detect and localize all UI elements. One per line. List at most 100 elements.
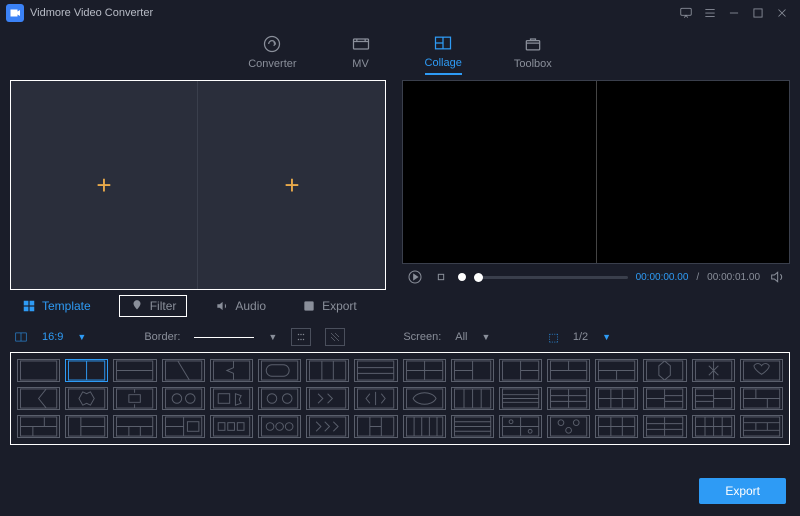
stop-button[interactable] (432, 268, 450, 286)
template-cell[interactable] (162, 387, 205, 410)
template-cell[interactable] (451, 415, 494, 438)
template-cell[interactable] (162, 359, 205, 382)
template-icon (22, 299, 36, 313)
tab-collage-label: Collage (425, 57, 462, 69)
template-cell[interactable] (643, 359, 686, 382)
close-icon[interactable] (770, 1, 794, 25)
screen-dropdown-icon[interactable]: ▼ (482, 332, 491, 342)
drop-slot-2[interactable]: + (199, 81, 385, 289)
subtab-export[interactable]: Export (294, 295, 365, 317)
tab-mv[interactable]: MV (349, 33, 373, 74)
template-cell[interactable] (65, 387, 108, 410)
template-cell[interactable] (354, 415, 397, 438)
subtab-export-label: Export (322, 299, 357, 313)
feedback-icon[interactable] (674, 1, 698, 25)
ratio-dropdown-icon[interactable]: ▼ (77, 332, 86, 342)
add-media-icon: + (284, 170, 299, 201)
subtab-template[interactable]: Template (14, 295, 99, 317)
template-cell[interactable] (17, 415, 60, 438)
app-title: Vidmore Video Converter (30, 7, 153, 19)
template-cell[interactable] (595, 387, 638, 410)
template-cell[interactable] (740, 359, 783, 382)
subtab-audio[interactable]: Audio (207, 295, 274, 317)
preview-pane: 00:00:00.00/00:00:01.00 (402, 80, 790, 290)
page-dropdown-icon[interactable]: ▼ (602, 332, 611, 342)
template-cell[interactable] (403, 415, 446, 438)
tab-toolbox[interactable]: Toolbox (514, 33, 552, 74)
template-cell[interactable] (692, 415, 735, 438)
main-tabs: Converter MV Collage Toolbox (0, 26, 800, 80)
seek-bar[interactable] (474, 276, 628, 279)
minimize-icon[interactable] (722, 1, 746, 25)
time-current: 00:00:00.00 (636, 272, 689, 283)
ratio-value[interactable]: 16:9 (42, 331, 63, 343)
template-cell[interactable] (499, 359, 542, 382)
screen-indicator-icon[interactable]: ⬚ (548, 331, 558, 344)
border-pattern-button[interactable] (325, 328, 345, 346)
template-cell[interactable] (306, 415, 349, 438)
export-button[interactable]: Export (699, 478, 786, 504)
sub-tabs: Template Filter Audio Export (0, 290, 800, 322)
template-cell[interactable] (547, 415, 590, 438)
template-cell[interactable] (354, 359, 397, 382)
volume-icon[interactable] (768, 268, 786, 286)
template-cell[interactable] (451, 387, 494, 410)
template-cell[interactable] (499, 387, 542, 410)
template-cell[interactable] (65, 359, 108, 382)
template-cell[interactable] (113, 387, 156, 410)
template-cell[interactable] (547, 359, 590, 382)
maximize-icon[interactable] (746, 1, 770, 25)
template-grid (10, 352, 790, 445)
template-cell[interactable] (740, 387, 783, 410)
template-cell[interactable] (210, 359, 253, 382)
mv-icon (349, 33, 373, 55)
tab-collage[interactable]: Collage (425, 32, 462, 75)
template-cell[interactable] (306, 359, 349, 382)
screen-value[interactable]: All (455, 331, 467, 343)
time-duration: 00:00:01.00 (707, 272, 760, 283)
template-cell[interactable] (692, 387, 735, 410)
template-options: 16:9 ▼ Border: ▼ Screen: All ▼ ⬚ 1/2 ▼ (0, 322, 800, 352)
template-cell[interactable] (17, 387, 60, 410)
template-cell[interactable] (595, 415, 638, 438)
template-cell[interactable] (17, 359, 60, 382)
template-cell[interactable] (499, 415, 542, 438)
preview-canvas (402, 80, 790, 264)
template-cell[interactable] (403, 387, 446, 410)
preview-slot-2 (597, 81, 790, 263)
tab-mv-label: MV (352, 58, 369, 70)
template-cell[interactable] (210, 387, 253, 410)
tab-converter[interactable]: Converter (248, 33, 296, 74)
template-cell[interactable] (306, 387, 349, 410)
footer: Export (0, 445, 800, 516)
template-cell[interactable] (643, 415, 686, 438)
drop-slot-1[interactable]: + (11, 81, 198, 289)
template-cell[interactable] (113, 359, 156, 382)
template-cell[interactable] (258, 387, 301, 410)
menu-icon[interactable] (698, 1, 722, 25)
template-cell[interactable] (210, 415, 253, 438)
template-cell[interactable] (692, 359, 735, 382)
play-button[interactable] (406, 268, 424, 286)
template-cell[interactable] (354, 387, 397, 410)
template-cell[interactable] (643, 387, 686, 410)
export-icon (302, 299, 316, 313)
template-cell[interactable] (162, 415, 205, 438)
preview-slot-1 (403, 81, 597, 263)
subtab-filter[interactable]: Filter (119, 295, 188, 317)
border-thickness-button[interactable] (291, 328, 311, 346)
border-style-preview[interactable] (194, 337, 254, 338)
app-logo-icon (6, 4, 24, 22)
template-cell[interactable] (258, 359, 301, 382)
page-indicator: 1/2 (573, 331, 588, 343)
template-cell[interactable] (547, 387, 590, 410)
template-cell[interactable] (451, 359, 494, 382)
border-dropdown-icon[interactable]: ▼ (268, 332, 277, 342)
template-cell[interactable] (740, 415, 783, 438)
template-cell[interactable] (113, 415, 156, 438)
ratio-icon[interactable] (14, 330, 28, 344)
template-cell[interactable] (258, 415, 301, 438)
template-cell[interactable] (403, 359, 446, 382)
template-cell[interactable] (65, 415, 108, 438)
template-cell[interactable] (595, 359, 638, 382)
